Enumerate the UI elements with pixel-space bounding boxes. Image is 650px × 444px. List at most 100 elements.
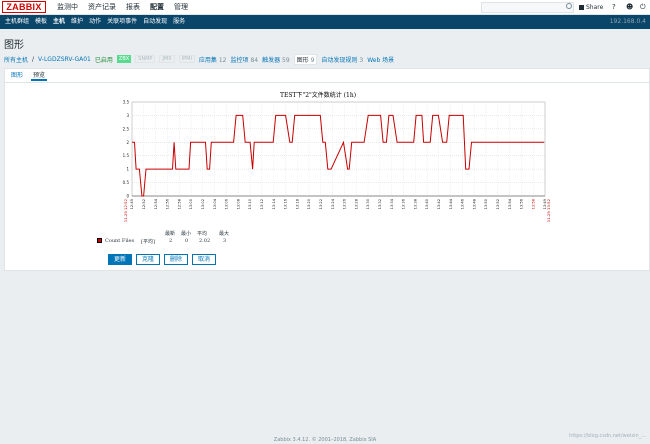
menu-monitoring[interactable]: 监测中 <box>52 0 83 15</box>
y-tick-label: 3 <box>126 113 129 118</box>
x-tick-label: 12:49 <box>130 198 134 209</box>
power-icon[interactable]: ⏻ <box>640 0 646 15</box>
menu-reports[interactable]: 报表 <box>121 0 145 15</box>
sub-navigation: 主机群组 模板 主机 维护 动作 关联项事件 自动发现 服务 192.168.0… <box>0 15 650 29</box>
x-tick-label: 13:34 <box>390 198 394 209</box>
applications-link[interactable]: 应用集 12 <box>199 55 227 64</box>
menu-inventory[interactable]: 资产记录 <box>83 0 121 15</box>
search-input[interactable] <box>481 2 574 13</box>
x-tick-label: 13:36 <box>402 198 406 209</box>
x-tick-label: 13:20 <box>307 198 311 209</box>
host-status-enabled: 已启用 <box>94 56 113 64</box>
update-button[interactable]: 更新 <box>108 254 133 265</box>
top-bar: ZABBIX 监测中 资产记录 报表 配置 管理 Share ? ☻ ⏻ <box>0 0 650 15</box>
subnav-maintenance[interactable]: 维护 <box>68 15 86 29</box>
x-tick-label: 13:48 <box>472 198 476 209</box>
subnav-actions[interactable]: 动作 <box>86 15 104 29</box>
x-tick-label: 13:22 <box>319 199 323 209</box>
x-tick-label: 12:56 <box>166 198 170 209</box>
x-tick-label: 13:28 <box>354 198 358 209</box>
subnav-host-groups[interactable]: 主机群组 <box>2 15 32 29</box>
search-icon[interactable] <box>566 3 572 9</box>
subnav-services[interactable]: 服务 <box>170 15 188 29</box>
subnav-hosts[interactable]: 主机 <box>50 15 68 29</box>
x-date-start-label: 11-29 12:52 <box>123 198 128 222</box>
x-tick-label: 13:00 <box>189 198 193 209</box>
watermark: https://blog.csdn.net/weixin_... <box>569 433 646 439</box>
discovery-rules-link[interactable]: 自动发现规则 3 <box>321 55 363 64</box>
legend-series-name: Count Files <box>105 238 135 244</box>
x-tick-label: 13:06 <box>225 198 229 209</box>
subnav-event-correlation[interactable]: 关联项事件 <box>104 15 140 29</box>
y-tick-label: 0.5 <box>123 180 130 185</box>
share-label: Share <box>586 4 604 11</box>
y-tick-label: 1.5 <box>123 153 130 158</box>
x-tick-label: 13:50 <box>484 198 488 209</box>
user-icon[interactable]: ☻ <box>626 0 633 15</box>
y-tick-label: 2.5 <box>123 126 130 131</box>
triggers-link[interactable]: 触发器 59 <box>262 55 290 64</box>
y-tick-label: 2 <box>126 140 129 145</box>
footer: Zabbix 3.4.12. © 2001–2018, Zabbix SIA <box>273 437 377 443</box>
delete-button[interactable]: 删除 <box>164 254 189 265</box>
x-tick-label: 12:54 <box>154 198 158 209</box>
breadcrumb-host[interactable]: V-LGDZSRV-GA01 <box>38 56 91 63</box>
legend-latest: 2 <box>169 238 173 244</box>
legend-min: 0 <box>185 238 189 244</box>
items-link[interactable]: 监控项 84 <box>231 55 259 64</box>
x-date-end-label: 11-29 13:52 <box>546 198 551 222</box>
x-tick-label: 13:38 <box>413 198 417 209</box>
form-buttons: 更新 克隆 删除 取消 <box>108 254 217 265</box>
breadcrumb-all-hosts[interactable]: 所有主机 <box>4 55 28 64</box>
tab-divider <box>5 82 649 83</box>
legend-row: Count Files [平均] 2 0 2.02 3 <box>97 238 317 246</box>
legend-max: 3 <box>223 238 227 244</box>
page-title: 图形 <box>4 40 24 51</box>
share-button[interactable]: Share <box>579 0 603 15</box>
subnav-discovery[interactable]: 自动发现 <box>140 15 170 29</box>
x-tick-label: 13:16 <box>284 198 288 209</box>
x-tick-label: 13:14 <box>272 198 276 209</box>
chart-grid <box>131 101 546 197</box>
zabbix-logo[interactable]: ZABBIX <box>2 1 46 13</box>
zbx-availability-badge: ZBX <box>116 55 132 63</box>
x-tick-label: 13:54 <box>508 198 512 209</box>
share-icon <box>579 5 584 10</box>
y-tick-label: 0 <box>126 194 129 199</box>
x-tick-label: 13:58 <box>531 198 535 209</box>
y-tick-label: 1 <box>126 167 129 172</box>
help-icon[interactable]: ? <box>612 0 616 15</box>
legend-header-latest: 最新 <box>165 231 176 237</box>
legend-header-min: 最小 <box>181 231 192 237</box>
subnav-templates[interactable]: 模板 <box>32 15 50 29</box>
breadcrumb: 所有主机 / V-LGDZSRV-GA01 已启用 ZBX SNMP JMX I… <box>4 53 394 65</box>
x-tick-label: 13:52 <box>496 199 500 209</box>
x-tick-label: 13:08 <box>236 198 240 209</box>
legend-function: [平均] <box>141 239 155 245</box>
x-tick-label: 13:32 <box>378 199 382 209</box>
tab-graph[interactable]: 图形 <box>9 71 25 81</box>
cancel-button[interactable]: 取消 <box>192 254 217 265</box>
x-tick-label: 13:12 <box>260 199 264 209</box>
x-tick-label: 13:42 <box>437 199 441 209</box>
x-tick-label: 13:18 <box>295 198 299 209</box>
x-tick-label: 13:04 <box>213 198 217 209</box>
menu-administration[interactable]: 管理 <box>169 0 193 15</box>
legend-header: 最新 最小 平均 最大 <box>97 230 297 238</box>
plot-area <box>131 101 546 197</box>
graphs-link[interactable]: 图形 9 <box>293 53 318 65</box>
form-tabs: 图形 预览 <box>9 71 48 81</box>
chart-title: TEST下"2"文件数统计 (1h) <box>280 91 356 99</box>
tab-preview[interactable]: 预览 <box>31 71 48 81</box>
clone-button[interactable]: 克隆 <box>136 254 161 265</box>
legend-header-max: 最大 <box>219 231 230 237</box>
breadcrumb-separator: / <box>32 55 35 63</box>
legend-swatch <box>97 238 102 243</box>
x-tick-label: 13:24 <box>331 198 335 209</box>
web-scenarios-link[interactable]: Web 场景 <box>367 55 394 64</box>
menu-configuration[interactable]: 配置 <box>145 0 169 15</box>
x-tick-label: 13:02 <box>201 199 205 209</box>
x-tick-label: 13:56 <box>520 198 524 209</box>
jmx-availability-badge: JMX <box>159 55 175 63</box>
graph-preview: TEST下"2"文件数统计 (1h) 3.5 3 2.5 2 1.5 1 0.5 0 12:4… <box>123 91 551 222</box>
